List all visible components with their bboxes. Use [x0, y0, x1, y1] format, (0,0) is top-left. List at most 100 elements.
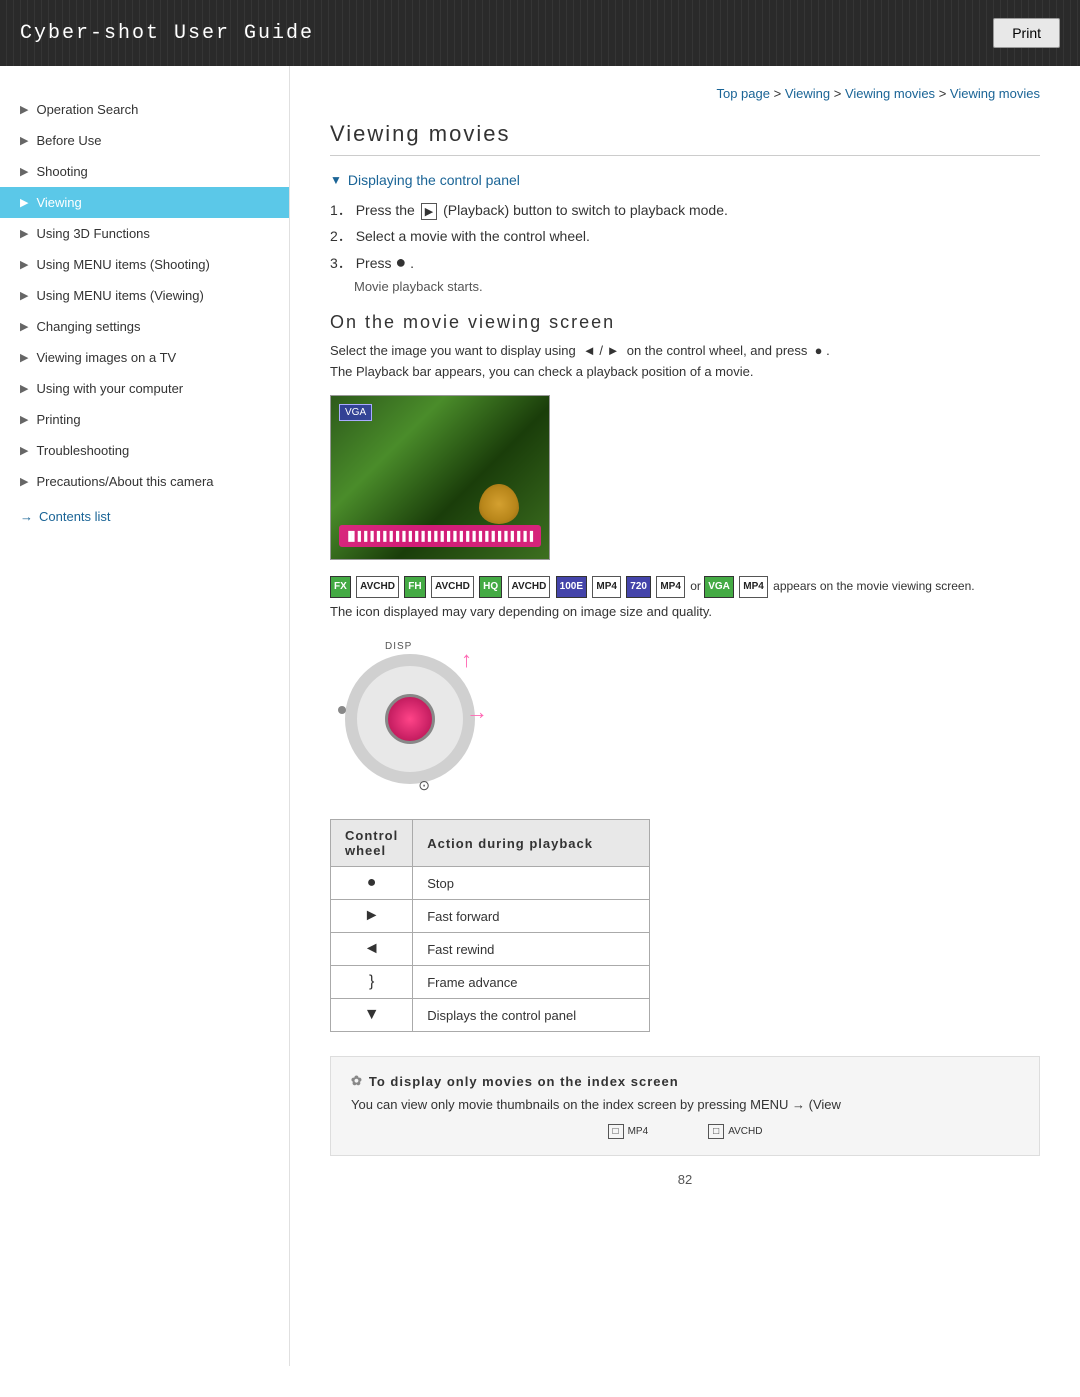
- sidebar-item-menu-viewing[interactable]: ▶ Using MENU items (Viewing): [0, 280, 289, 311]
- arrow-icon: ▶: [20, 227, 28, 240]
- badge-hq: HQ: [479, 576, 502, 598]
- breadcrumb-viewing-movies[interactable]: Viewing movies: [845, 86, 935, 101]
- badge-fx: FX: [330, 576, 351, 598]
- breadcrumb: Top page > Viewing > Viewing movies > Vi…: [330, 86, 1040, 101]
- tip-sun-icon: ✿: [351, 1073, 363, 1089]
- breadcrumb-sep2: >: [834, 86, 845, 101]
- vga-label: VGA: [339, 404, 372, 421]
- sidebar-item-before-use[interactable]: ▶ Before Use: [0, 125, 289, 156]
- table-cell-action: Stop: [413, 867, 650, 900]
- avchd-box-icon: □: [708, 1124, 724, 1139]
- triangle-icon: ▼: [330, 173, 342, 187]
- step-2-num: 2．: [330, 228, 352, 244]
- table-cell-symbol: ►: [331, 900, 413, 933]
- sidebar-item-menu-shooting[interactable]: ▶ Using MENU items (Shooting): [0, 249, 289, 280]
- sub-icon-mp4: □ MP4: [608, 1124, 649, 1139]
- sidebar-item-label: Using with your computer: [36, 381, 183, 396]
- sidebar-item-precautions[interactable]: ▶ Precautions/About this camera: [0, 466, 289, 497]
- arrow-icon: ▶: [20, 413, 28, 426]
- breadcrumb-toppage[interactable]: Top page: [716, 86, 770, 101]
- viewing-screen-text2: The Playback bar appears, you can check …: [330, 364, 1040, 379]
- sidebar-item-settings[interactable]: ▶ Changing settings: [0, 311, 289, 342]
- table-cell-symbol: ▼: [331, 999, 413, 1032]
- badge-avchd2: AVCHD: [431, 576, 474, 598]
- sidebar-item-label: Operation Search: [36, 102, 138, 117]
- tip-text: You can view only movie thumbnails on th…: [351, 1097, 1019, 1112]
- badge-suffix-text: appears on the movie viewing screen.: [773, 579, 974, 593]
- sidebar-item-printing[interactable]: ▶ Printing: [0, 404, 289, 435]
- sidebar-item-troubleshooting[interactable]: ▶ Troubleshooting: [0, 435, 289, 466]
- playback-bar: ▐▌▌▌▌▌▌▌▌▌▌▌▌▌▌▌▌▌▌▌▌▌▌▌▌▌▌▌▌▌: [339, 525, 541, 547]
- sidebar-item-shooting[interactable]: ▶ Shooting: [0, 156, 289, 187]
- step-3: 3． Press ● .: [330, 252, 1040, 273]
- sidebar-item-viewing[interactable]: ▶ Viewing: [0, 187, 289, 218]
- breadcrumb-current[interactable]: Viewing movies: [950, 86, 1040, 101]
- step-3-num: 3．: [330, 255, 352, 271]
- arrow-icon: ▶: [20, 475, 28, 488]
- tip-title: ✿ To display only movies on the index sc…: [351, 1073, 1019, 1089]
- table-cell-symbol: ◄: [331, 933, 413, 966]
- sidebar-item-label: Using MENU items (Shooting): [36, 257, 209, 272]
- table-header-action: Action during playback: [413, 820, 650, 867]
- step-1: 1． Press the ▶ (Playback) button to swit…: [330, 200, 1040, 220]
- sidebar-item-label: Changing settings: [36, 319, 140, 334]
- sidebar-item-label: Using 3D Functions: [36, 226, 149, 241]
- table-row: }Frame advance: [331, 966, 650, 999]
- layout: ▶ Operation Search ▶ Before Use ▶ Shooti…: [0, 66, 1080, 1366]
- arrow-icon: ▶: [20, 289, 28, 302]
- app-title: Cyber-shot User Guide: [20, 22, 314, 45]
- control-wheel: DISP ↑ → ⊙: [330, 639, 490, 799]
- viewing-screen-text: Select the image you want to display usi…: [330, 343, 1040, 358]
- sidebar-item-label: Precautions/About this camera: [36, 474, 213, 489]
- table-row: ◄Fast rewind: [331, 933, 650, 966]
- page-number: 82: [330, 1172, 1040, 1187]
- wheel-diagram: DISP ↑ → ⊙: [330, 639, 1040, 799]
- step-2: 2． Select a movie with the control wheel…: [330, 226, 1040, 246]
- control-panel-heading: Displaying the control panel: [348, 172, 520, 188]
- arrow-icon: ▶: [20, 258, 28, 271]
- header: Cyber-shot User Guide Print: [0, 0, 1080, 66]
- table-header-wheel: Control wheel: [331, 820, 413, 867]
- step-1-num: 1．: [330, 202, 352, 218]
- badge-720: 720: [626, 576, 651, 598]
- sidebar-item-label: Using MENU items (Viewing): [36, 288, 203, 303]
- sidebar-item-tv[interactable]: ▶ Viewing images on a TV: [0, 342, 289, 373]
- sidebar-item-label: Troubleshooting: [36, 443, 129, 458]
- table-cell-symbol: }: [331, 966, 413, 999]
- wheel-inner-button: [385, 694, 435, 744]
- tip-box: ✿ To display only movies on the index sc…: [330, 1056, 1040, 1156]
- arrow-icon: ▶: [20, 103, 28, 116]
- badge-mp4-1: MP4: [592, 576, 621, 598]
- arrow-icon: ▶: [20, 165, 28, 178]
- table-row: ▼Displays the control panel: [331, 999, 650, 1032]
- arrow-icon: ▶: [20, 382, 28, 395]
- sidebar-item-label: Viewing images on a TV: [36, 350, 176, 365]
- main-content: Top page > Viewing > Viewing movies > Vi…: [290, 66, 1080, 1366]
- table-cell-action: Fast forward: [413, 900, 650, 933]
- sidebar-item-label: Shooting: [36, 164, 87, 179]
- breadcrumb-viewing[interactable]: Viewing: [785, 86, 830, 101]
- table-row: ●Stop: [331, 867, 650, 900]
- arrow-icon: ▶: [20, 444, 28, 457]
- arrow-icon: ▶: [20, 196, 28, 209]
- arrow-icon: ▶: [20, 134, 28, 147]
- steps-list: 1． Press the ▶ (Playback) button to swit…: [330, 200, 1040, 294]
- movie-screenshot: VGA ▐▌▌▌▌▌▌▌▌▌▌▌▌▌▌▌▌▌▌▌▌▌▌▌▌▌▌▌▌▌: [330, 395, 550, 560]
- breadcrumb-sep3: >: [939, 86, 950, 101]
- badge-fh: FH: [404, 576, 425, 598]
- contents-list-link[interactable]: → Contents list: [0, 497, 289, 532]
- sidebar-item-operation-search[interactable]: ▶ Operation Search: [0, 94, 289, 125]
- step-2-text: Select a movie with the control wheel.: [356, 228, 590, 244]
- mp4-box-icon: □: [608, 1124, 624, 1139]
- playbar-content: ▐▌▌▌▌▌▌▌▌▌▌▌▌▌▌▌▌▌▌▌▌▌▌▌▌▌▌▌▌▌: [345, 531, 536, 541]
- control-table: Control wheel Action during playback ●St…: [330, 819, 650, 1032]
- sidebar-item-3d[interactable]: ▶ Using 3D Functions: [0, 218, 289, 249]
- wheel-arrow-down-icon: ⊙: [418, 777, 430, 794]
- print-button[interactable]: Print: [993, 18, 1060, 48]
- sidebar-item-computer[interactable]: ▶ Using with your computer: [0, 373, 289, 404]
- mp4-label: MP4: [628, 1126, 649, 1137]
- wheel-arrow-up-icon: ↑: [461, 647, 472, 673]
- badge-vga: VGA: [704, 576, 734, 598]
- sidebar-item-label: Viewing: [36, 195, 81, 210]
- step-3-indent: Movie playback starts.: [354, 279, 1040, 294]
